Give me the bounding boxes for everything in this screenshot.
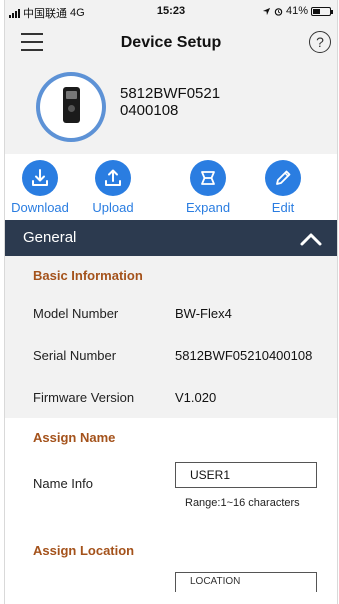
- location-arrow-icon: [262, 7, 271, 15]
- assign-name-heading-label: Assign Name: [33, 430, 116, 445]
- info-row-serial: Serial Number 5812BWF05210400108: [5, 334, 337, 376]
- assign-name-section: Assign Name Name Info Range:1~16 charact…: [5, 418, 337, 534]
- expand-button[interactable]: Expand: [173, 160, 243, 215]
- download-icon: [22, 160, 58, 196]
- status-bar: 中国联通 4G 15:23 41%: [5, 0, 337, 22]
- serial-number-label: Serial Number: [33, 348, 117, 363]
- help-icon[interactable]: ?: [309, 31, 331, 53]
- device-card: 5812BWF0521 0400108: [5, 64, 337, 154]
- name-info-row: Name Info Range:1~16 characters: [5, 454, 337, 534]
- battery-percent: 41%: [285, 5, 308, 17]
- alarm-clock-icon: [274, 7, 283, 16]
- section-title: General: [23, 229, 77, 246]
- name-info-input[interactable]: [175, 462, 317, 488]
- action-bar: Download Upload Expand Edit: [5, 154, 337, 220]
- info-row-firmware: Firmware Version V1.020: [5, 376, 337, 418]
- gas-detector-icon: [63, 87, 80, 123]
- name-info-label: Name Info: [33, 476, 93, 491]
- app-header: Device Setup ?: [5, 22, 337, 64]
- assign-location-section: Assign Location LOCATION: [5, 534, 337, 604]
- firmware-version-label: Firmware Version: [33, 390, 135, 405]
- battery-icon: [311, 6, 333, 16]
- upload-icon: [95, 160, 131, 196]
- basic-info-heading-label: Basic Information: [33, 268, 143, 283]
- basic-info-heading: Basic Information: [5, 256, 337, 292]
- name-range-hint: Range:1~16 characters: [185, 497, 300, 509]
- upload-label: Upload: [92, 200, 134, 215]
- model-number-label: Model Number: [33, 306, 119, 321]
- serial-number-value: 5812BWF05210400108: [175, 348, 313, 363]
- edit-button[interactable]: Edit: [248, 160, 318, 215]
- location-input[interactable]: LOCATION: [175, 572, 317, 592]
- expand-label: Expand: [185, 200, 231, 215]
- page-title: Device Setup: [120, 34, 222, 51]
- upload-button[interactable]: Upload: [78, 160, 148, 215]
- general-section-toggle[interactable]: General: [5, 220, 337, 256]
- download-button[interactable]: Download: [5, 160, 75, 215]
- assign-name-heading: Assign Name: [5, 418, 337, 454]
- device-avatar: [36, 72, 106, 142]
- firmware-version-value: V1.020: [175, 390, 217, 405]
- battery-fill: [313, 8, 320, 14]
- expand-icon: [190, 160, 226, 196]
- device-name: 5812BWF0521 0400108: [120, 85, 221, 119]
- download-label: Download: [11, 200, 69, 215]
- info-row-model: Model Number BW-Flex4: [5, 292, 337, 334]
- chevron-up-icon: [300, 233, 322, 246]
- status-right: 41%: [262, 5, 333, 17]
- app-frame: 中国联通 4G 15:23 41% Device Setup ? 5812BWF…: [4, 0, 338, 604]
- model-number-value: BW-Flex4: [175, 306, 232, 321]
- assign-location-heading-label: Assign Location: [33, 543, 135, 558]
- edit-icon: [265, 160, 301, 196]
- edit-label: Edit: [271, 200, 295, 215]
